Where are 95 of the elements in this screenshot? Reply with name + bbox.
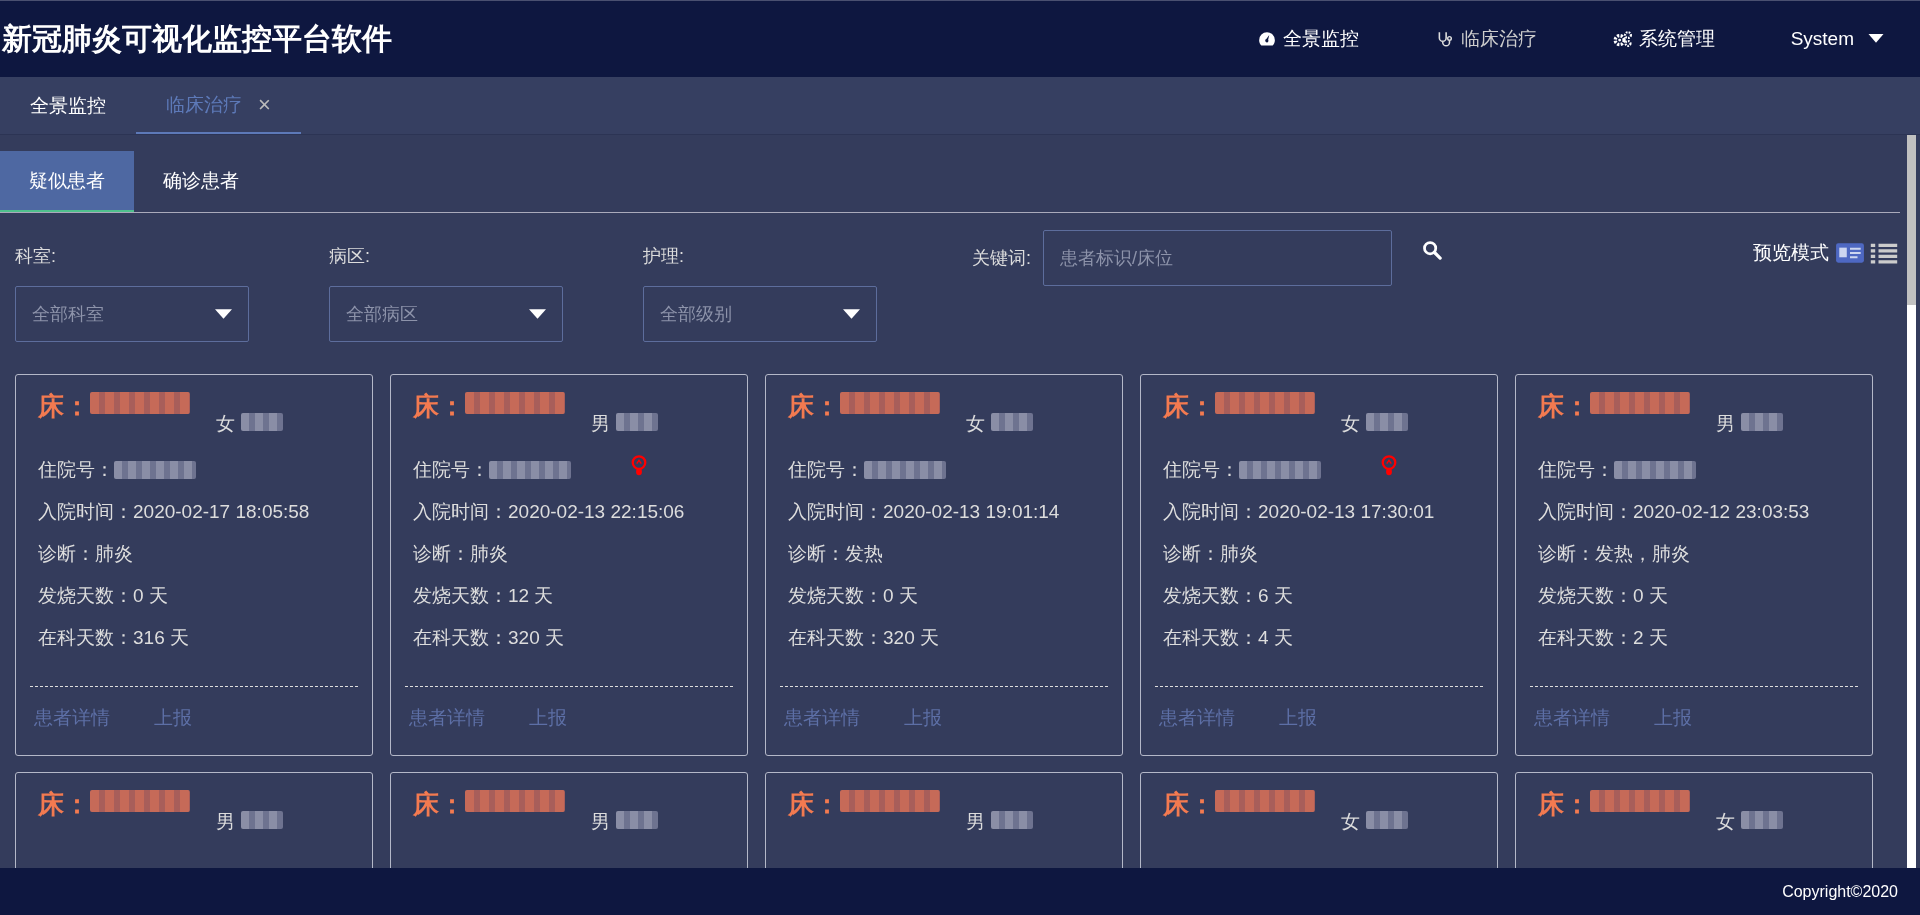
field-text: 发烧天数：0 天 [788,584,918,608]
field-text: 入院时间：2020-02-13 19:01:14 [788,500,1060,524]
nav-link[interactable]: 临床治疗 [1434,26,1613,52]
filter-label: 护理: [643,245,685,268]
blurred-redaction [241,811,283,829]
gender-text: 女 [216,412,235,436]
field-text: 入院时间：2020-02-12 23:03:53 [1538,500,1810,524]
field-text: 发烧天数：0 天 [38,584,168,608]
bed-label: 床： [413,390,465,423]
blurred-redaction [241,413,283,431]
gender-text: 女 [1341,412,1360,436]
field-text: 入院时间：2020-02-17 18:05:58 [38,500,310,524]
gender-text: 男 [216,810,235,834]
field-label: 住院号： [1163,458,1239,482]
bed-label: 床： [413,788,465,821]
keyword-label: 关键词: [972,247,1031,270]
gender-text: 男 [1716,412,1735,436]
field-text: 诊断：发热，肺炎 [1538,542,1690,566]
gender-text: 男 [591,810,610,834]
view-mode-label: 预览模式 [1753,241,1829,265]
bed-label: 床： [788,390,840,423]
gender-text: 男 [591,412,610,436]
list-view-icon[interactable] [1869,242,1899,264]
gender-text: 男 [966,810,985,834]
caret-icon [215,309,232,319]
blurred-redaction [1366,811,1408,829]
copyright-text: Copyright©2020 [1782,882,1898,901]
blurred-redaction [616,413,658,431]
page-tab[interactable]: 临床治疗 × [136,77,301,134]
bed-label: 床： [1163,788,1215,821]
blurred-redaction [1741,811,1783,829]
filter-label: 病区: [329,245,371,268]
field-label: 住院号： [1538,458,1614,482]
gender-text: 女 [1716,810,1735,834]
field-text: 在科天数：320 天 [788,626,939,650]
gender-text: 女 [1341,810,1360,834]
caret-icon [529,309,546,319]
blurred-redaction [991,811,1033,829]
field-text: 在科天数：320 天 [413,626,564,650]
caret-icon [843,309,860,319]
field-text: 在科天数：4 天 [1163,626,1293,650]
card-link[interactable]: 患者详情 [1159,705,1235,731]
patient-tab[interactable]: 确诊患者 [134,151,268,212]
filter-dropdown[interactable]: 全部病区 [329,286,563,342]
bed-label: 床： [1538,788,1590,821]
field-text: 诊断：肺炎 [413,542,508,566]
field-text: 诊断：肺炎 [1163,542,1258,566]
card-link[interactable]: 患者详情 [34,705,110,731]
field-text: 诊断：肺炎 [38,542,133,566]
card-link[interactable]: 患者详情 [409,705,485,731]
field-label: 住院号： [38,458,114,482]
card-view-icon[interactable] [1835,242,1865,264]
field-text: 在科天数：316 天 [38,626,189,650]
field-text: 诊断：发热 [788,542,883,566]
card-link[interactable]: 患者详情 [784,705,860,731]
field-text: 发烧天数：0 天 [1538,584,1668,608]
bed-label: 床： [38,788,90,821]
blurred-redaction [616,811,658,829]
close-icon[interactable]: × [258,91,271,118]
page-tab[interactable]: 全景监控 [0,77,136,134]
field-label: 住院号： [413,458,489,482]
bed-label: 床： [1538,390,1590,423]
bed-label: 床： [38,390,90,423]
card-link[interactable]: 上报 [1654,705,1692,731]
field-text: 入院时间：2020-02-13 17:30:01 [1163,500,1435,524]
card-link[interactable]: 上报 [904,705,942,731]
search-field[interactable]: 患者标识/床位 [1043,230,1392,286]
filter-dropdown[interactable]: 全部级别 [643,286,877,342]
dashboard-icon [1256,30,1277,48]
card-link[interactable]: 上报 [1279,705,1317,731]
gears-icon [1612,30,1633,48]
filter-label: 科室: [15,245,57,268]
card-link[interactable]: 患者详情 [1534,705,1610,731]
user-menu[interactable]: System [1790,28,1884,50]
app-title: 新冠肺炎可视化监控平台软件 [1,20,392,57]
filter-dropdown[interactable]: 全部科室 [15,286,249,342]
blurred-redaction [1366,413,1408,431]
caret-icon [1868,34,1884,44]
nav-link[interactable]: 系统管理 [1612,26,1791,52]
search-icon[interactable] [1422,240,1442,260]
card-link[interactable]: 上报 [154,705,192,731]
card-link[interactable]: 上报 [529,705,567,731]
gender-text: 女 [966,412,985,436]
field-label: 住院号： [788,458,864,482]
bed-label: 床： [788,788,840,821]
bed-label: 床： [1163,390,1215,423]
scrollbar[interactable] [1907,135,1916,868]
field-text: 发烧天数：6 天 [1163,584,1293,608]
field-text: 在科天数：2 天 [1538,626,1668,650]
blurred-redaction [991,413,1033,431]
blurred-redaction [1741,413,1783,431]
patient-tab[interactable]: 疑似患者 [0,151,134,212]
nav-link[interactable]: 全景监控 [1256,26,1435,52]
field-text: 入院时间：2020-02-13 22:15:06 [413,500,685,524]
field-text: 发烧天数：12 天 [413,584,554,608]
